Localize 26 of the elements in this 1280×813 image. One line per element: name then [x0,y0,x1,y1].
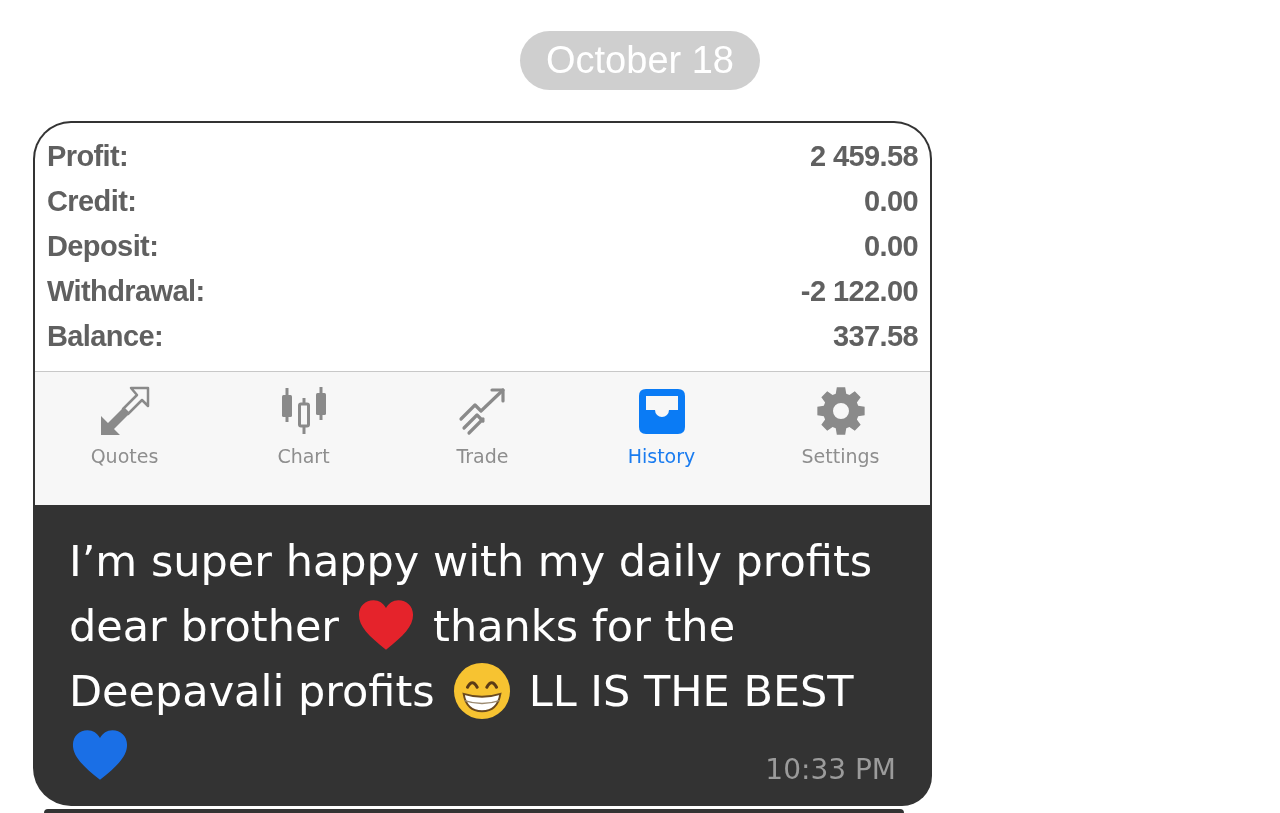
tab-button[interactable]: Trade [393,372,572,505]
summary-value: 337.58 [832,319,918,354]
settings-icon [815,386,866,436]
summary-label: Credit: [47,184,137,219]
summary-value: 0.00 [863,184,918,219]
summary-label: Profit: [47,139,129,174]
tab-button[interactable]: Quotes [35,372,214,505]
diagonal-arrows-icon [99,386,150,436]
summary-label: Withdrawal: [47,274,205,309]
message-text: dear brother [69,599,340,652]
inbox-tray-icon [636,386,687,436]
tab-button[interactable]: Chart [214,372,393,505]
message-time: 10:33 PM [765,752,896,788]
grinning-face-icon [452,661,511,720]
summary-label: Deposit: [47,229,159,264]
summary-label: Balance: [47,319,164,354]
message-text: Deepavali profits [69,664,435,717]
trend-arrow-icon [457,386,508,436]
message-text: LL IS THE BEST [528,664,854,717]
summary-value: -2 122.00 [800,274,918,309]
message-text: I’m super happy with my daily profits [69,534,873,587]
message-text: thanks for the [433,599,736,652]
summary-value: 0.00 [863,229,918,264]
tab-button[interactable]: Settings [751,372,930,505]
summary-value: 2 459.58 [809,139,918,174]
tab-button[interactable]: History [572,372,751,505]
